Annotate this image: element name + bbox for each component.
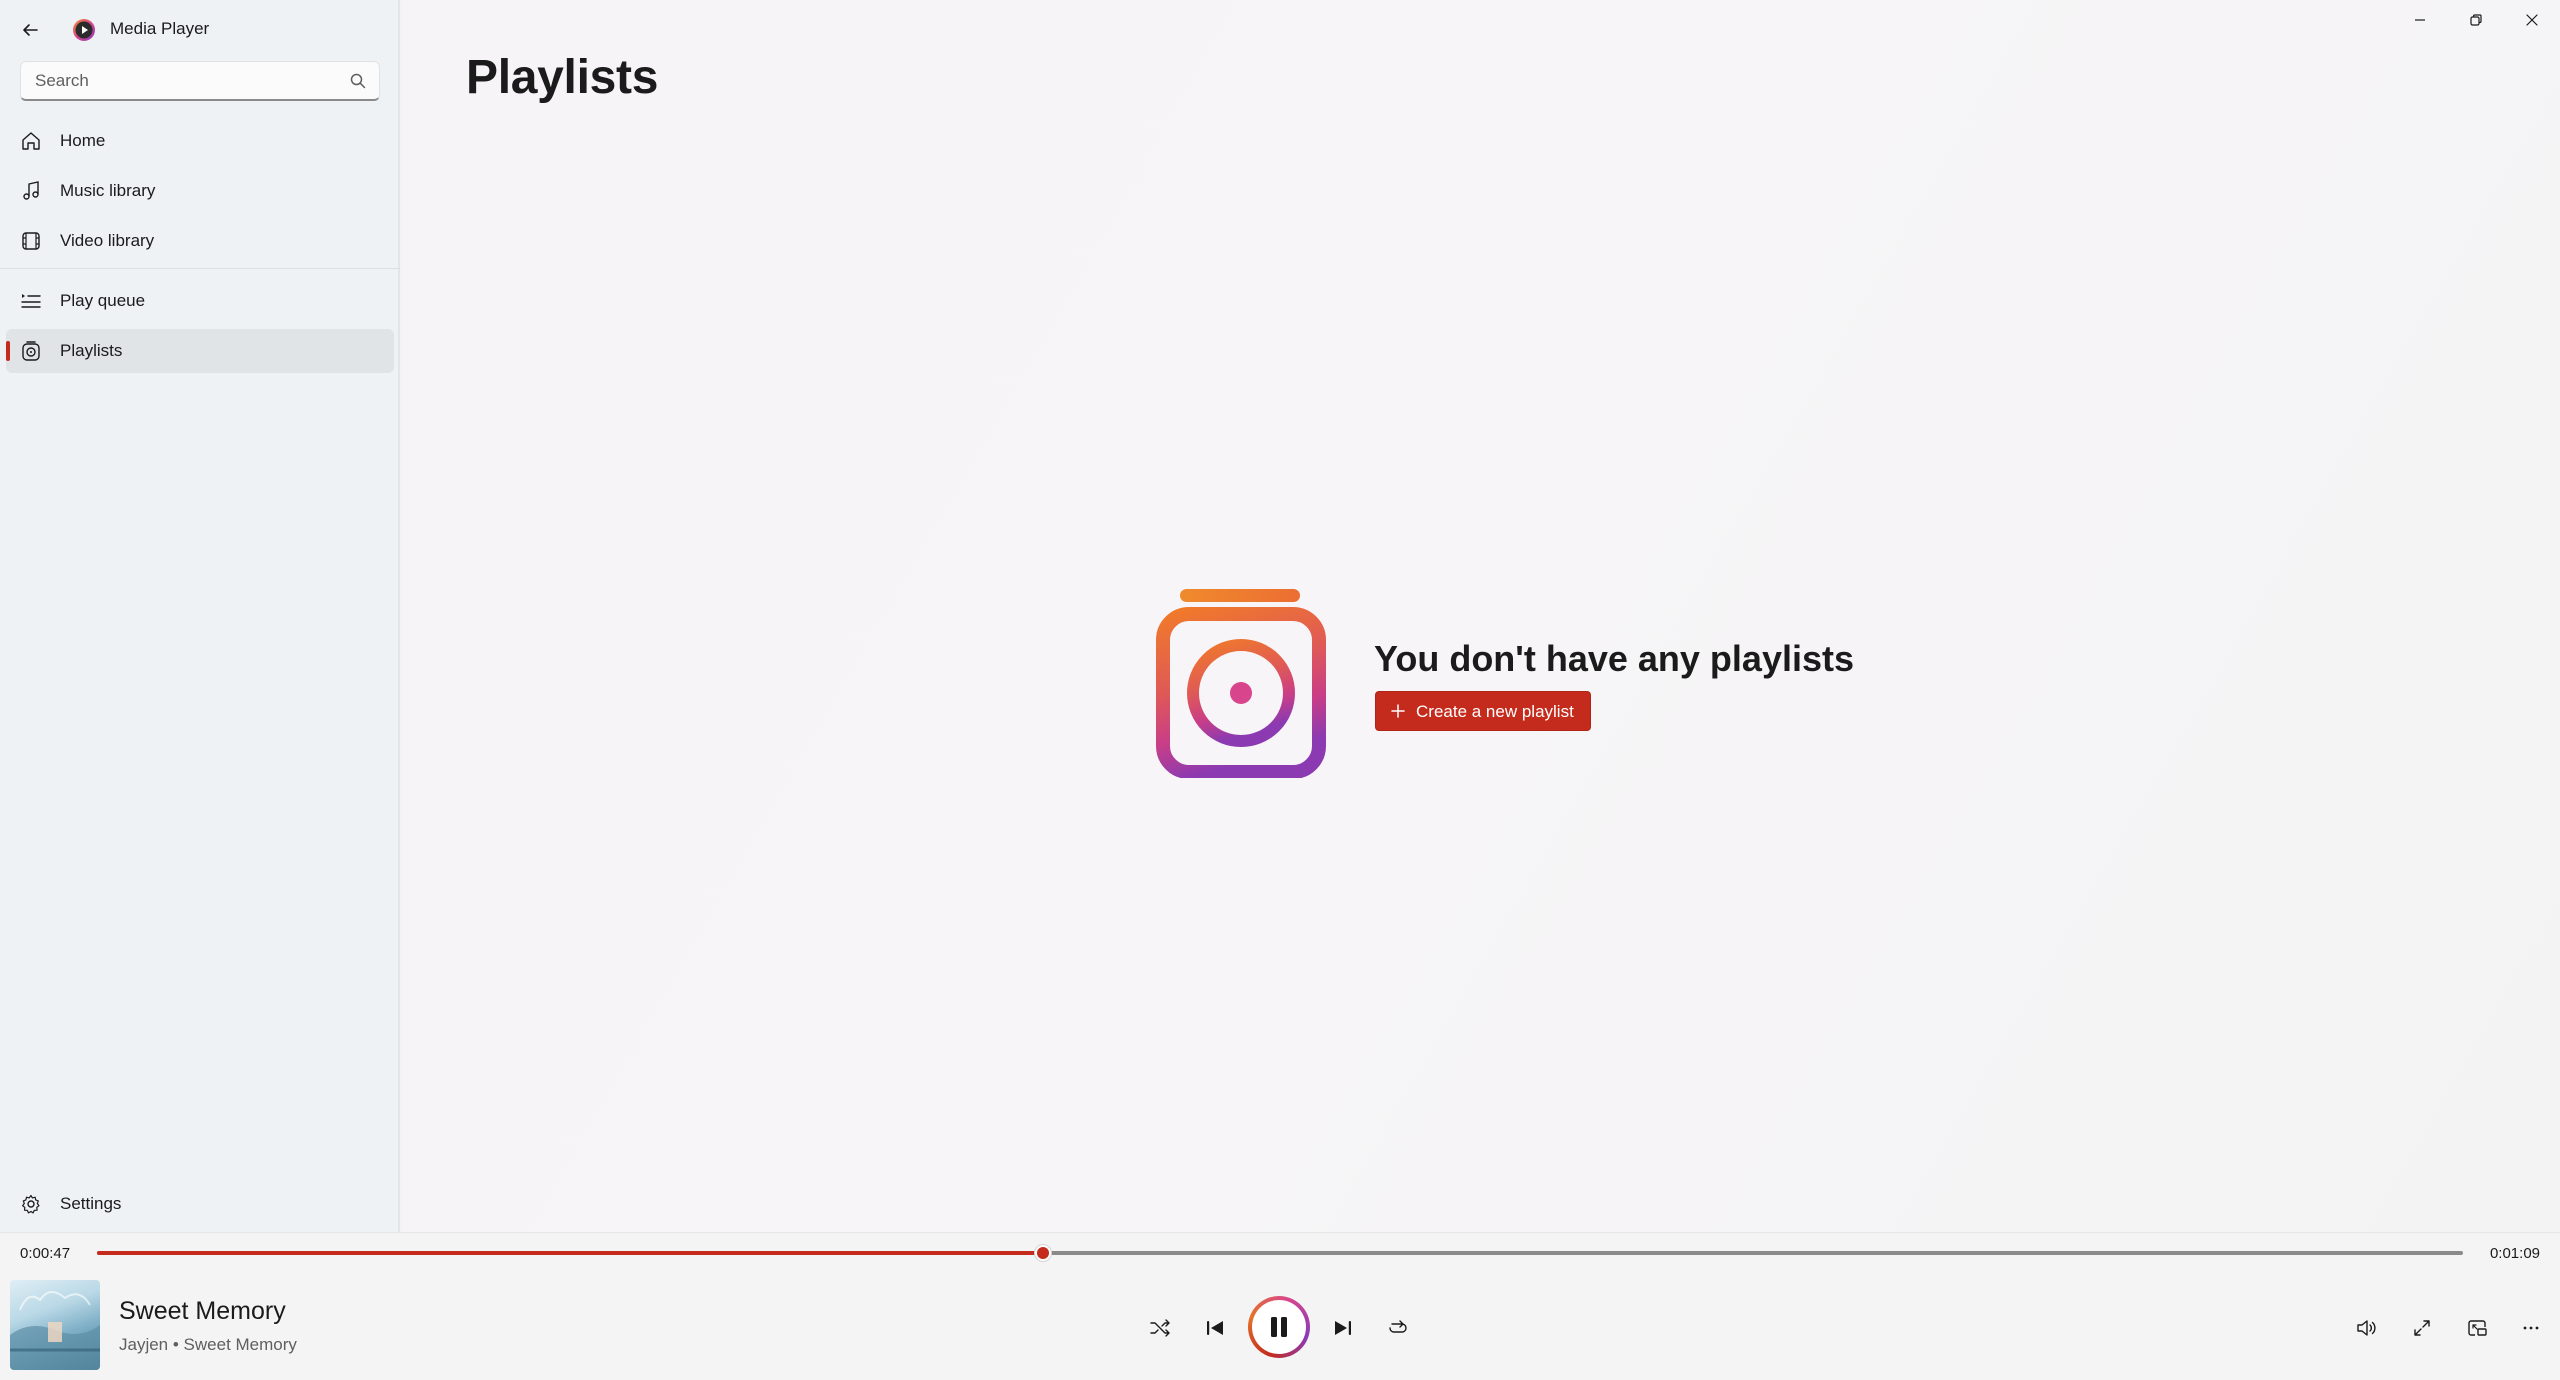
sidebar-item-label: Music library (60, 181, 156, 200)
sidebar-item-label: Video library (60, 231, 155, 250)
search-box (20, 61, 380, 101)
sidebar-item-video-library[interactable]: Video library (6, 219, 394, 263)
more-options-button[interactable] (2515, 1313, 2547, 1343)
total-time: 0:01:09 (2489, 1245, 2540, 1262)
back-button[interactable] (14, 14, 46, 46)
previous-button[interactable] (1199, 1314, 1231, 1342)
empty-state-heading: You don't have any playlists (1374, 638, 1855, 679)
sidebar-item-label: Play queue (60, 291, 146, 310)
search-icon[interactable] (349, 72, 367, 90)
sidebar-item-label: Home (60, 131, 106, 150)
sidebar-item-settings[interactable]: Settings (6, 1182, 394, 1226)
next-button[interactable] (1327, 1314, 1359, 1342)
search-input[interactable] (21, 62, 341, 100)
playlist-icon (22, 341, 40, 361)
album-art-image (10, 1291, 100, 1370)
volume-button[interactable] (2350, 1313, 2382, 1343)
music-note-icon (23, 181, 39, 200)
song-title[interactable]: Sweet Memory (119, 1297, 286, 1326)
play-pause-inner (1252, 1300, 1306, 1354)
main-content: Playlists You don't have any playlists C… (402, 0, 2560, 1232)
current-time: 0:00:47 (20, 1245, 71, 1262)
media-player-window: Media Player Home Music library Video li… (0, 0, 2560, 1380)
film-icon (22, 232, 40, 250)
restore-icon (2470, 14, 2482, 26)
play-pause-button[interactable] (1248, 1296, 1310, 1358)
mini-player-button[interactable] (2461, 1313, 2493, 1343)
repeat-icon (1389, 1320, 1407, 1333)
minimize-button[interactable] (2392, 0, 2448, 40)
pause-icon (1271, 1317, 1287, 1337)
sidebar-item-label: Playlists (60, 341, 123, 360)
expand-icon (2414, 1320, 2430, 1336)
playlist-illustration-icon (1156, 589, 1326, 778)
shuffle-icon (1150, 1319, 1170, 1337)
plus-icon (1391, 704, 1405, 718)
sidebar: Media Player Home Music library Video li… (0, 0, 400, 1232)
mini-player-icon (2468, 1320, 2487, 1336)
app-title: Media Player (110, 19, 210, 38)
song-artist-album[interactable]: Jayjen • Sweet Memory (119, 1335, 297, 1355)
shuffle-button[interactable] (1144, 1314, 1176, 1342)
media-player-logo-icon (73, 19, 95, 41)
volume-icon (2357, 1320, 2376, 1336)
seek-bar[interactable] (97, 1244, 2463, 1262)
create-playlist-label: Create a new playlist (1416, 702, 1574, 721)
album-art[interactable] (10, 1280, 100, 1370)
minimize-icon (2415, 19, 2425, 21)
sidebar-divider (0, 268, 400, 269)
more-icon (2523, 1326, 2539, 1330)
back-arrow-icon (23, 24, 38, 36)
window-controls (2392, 0, 2560, 40)
queue-icon (21, 294, 41, 308)
home-icon (22, 132, 40, 150)
create-playlist-button[interactable]: Create a new playlist (1375, 691, 1591, 731)
fullscreen-button[interactable] (2406, 1313, 2438, 1343)
close-icon (2526, 14, 2538, 26)
skip-previous-icon (1207, 1321, 1223, 1335)
close-button[interactable] (2504, 0, 2560, 40)
sidebar-item-playlists[interactable]: Playlists (6, 329, 394, 373)
restore-button[interactable] (2448, 0, 2504, 40)
repeat-button[interactable] (1382, 1314, 1414, 1342)
sidebar-item-play-queue[interactable]: Play queue (6, 279, 394, 323)
sidebar-item-music-library[interactable]: Music library (6, 169, 394, 213)
sidebar-item-label: Settings (60, 1194, 122, 1213)
skip-next-icon (1335, 1321, 1351, 1335)
sidebar-item-home[interactable]: Home (6, 119, 394, 163)
seek-bar-progress (97, 1251, 1044, 1255)
page-title: Playlists (466, 51, 659, 104)
gear-icon (22, 1194, 40, 1214)
